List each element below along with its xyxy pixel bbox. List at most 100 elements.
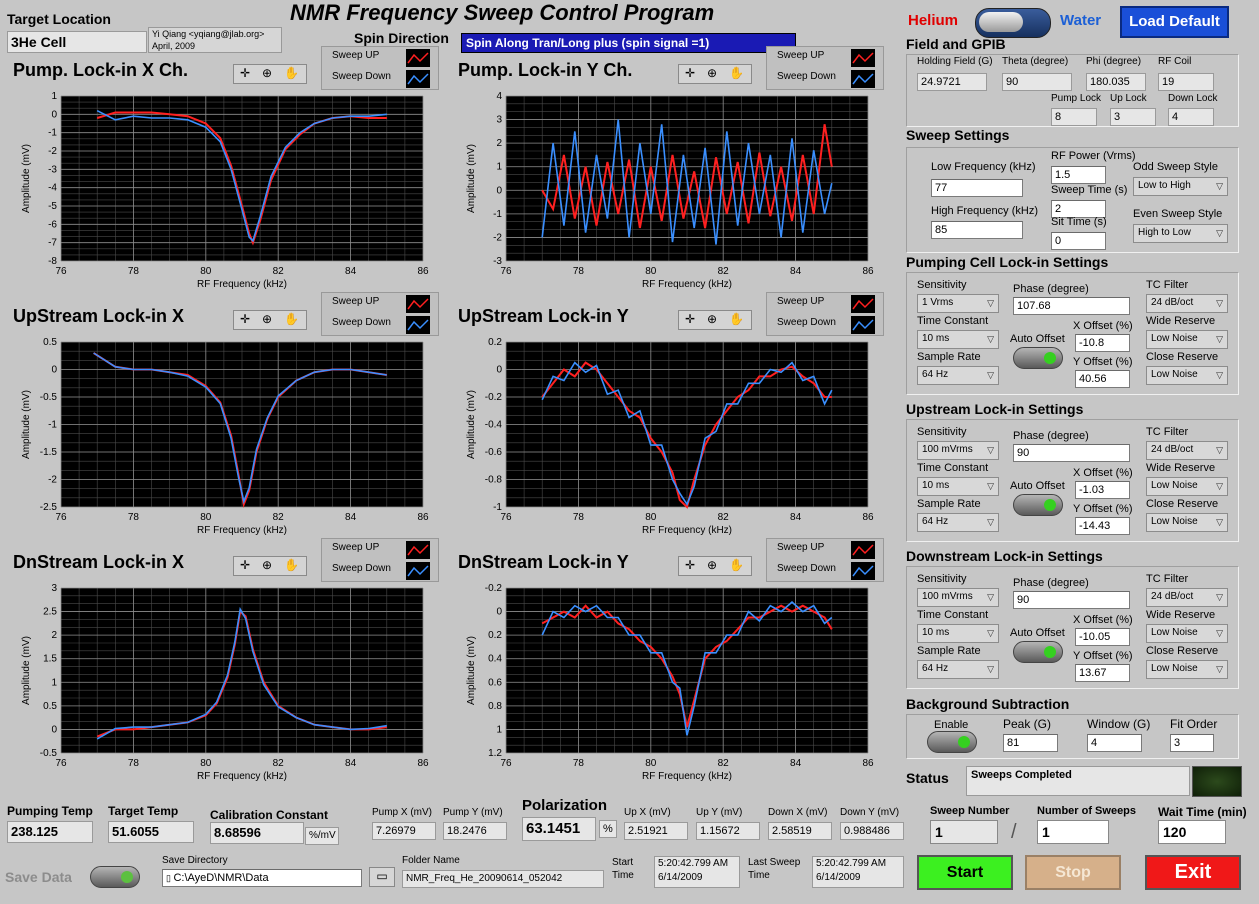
- lockin-1-phase-input[interactable]: 90: [1013, 444, 1130, 462]
- even-sweep-style-select[interactable]: High to Low ▽: [1133, 224, 1228, 243]
- pan-hand-icon[interactable]: ✋: [729, 66, 744, 80]
- lockin-2-tc-filter-select[interactable]: 24 dB/oct ▽: [1146, 588, 1228, 607]
- lockin-2-x-offset-input[interactable]: -10.05: [1075, 628, 1130, 646]
- graph-tools-palette[interactable]: ✛ ⊕ ✋: [678, 310, 752, 330]
- zoom-icon[interactable]: ⊕: [707, 312, 717, 326]
- crosshair-icon[interactable]: ✛: [685, 558, 695, 572]
- zoom-icon[interactable]: ⊕: [262, 312, 272, 326]
- lockin-0-sample-rate-select[interactable]: 64 Hz ▽: [917, 366, 999, 385]
- lockin-1-sample-rate-select[interactable]: 64 Hz ▽: [917, 513, 999, 532]
- bg-fit-input[interactable]: 3: [1170, 734, 1214, 752]
- lockin-1-x-offset-input[interactable]: -1.03: [1075, 481, 1130, 499]
- target-location-field[interactable]: 3He Cell: [7, 31, 147, 53]
- y-tick-label: -2: [48, 475, 57, 486]
- lockin-0-close-reserve-select[interactable]: Low Noise ▽: [1146, 366, 1228, 385]
- lockin-1-auto-offset-label: Auto Offset: [1010, 480, 1065, 492]
- lockin-2-wide-reserve-select[interactable]: Low Noise ▽: [1146, 624, 1228, 643]
- number-of-sweeps-input[interactable]: 1: [1037, 820, 1109, 844]
- legend-up-swatch: [851, 49, 875, 67]
- y-tick-label: 1: [51, 91, 57, 102]
- y-tick-label: -0.5: [40, 748, 58, 759]
- rf-power-input[interactable]: 1.5: [1051, 166, 1106, 184]
- graph-tools-palette[interactable]: ✛ ⊕ ✋: [233, 310, 307, 330]
- x-tick-label: 82: [718, 512, 730, 523]
- pan-hand-icon[interactable]: ✋: [284, 66, 299, 80]
- lockin-1-y-offset-input[interactable]: -14.43: [1075, 517, 1130, 535]
- lockin-2-sample-rate-select[interactable]: 64 Hz ▽: [917, 660, 999, 679]
- lockin-1-time-constant-select[interactable]: 10 ms ▽: [917, 477, 999, 496]
- lockin-0-x-offset-input[interactable]: -10.8: [1075, 334, 1130, 352]
- zoom-icon[interactable]: ⊕: [262, 66, 272, 80]
- plot-area[interactable]: 76 78 80 82 84 86 -0.2 0 0.2 0.4 0.6 0.8 1 1.2 RF Freq…: [450, 578, 890, 795]
- y-tick-label: -2: [493, 232, 502, 243]
- lockin-0-tc-filter-select[interactable]: 24 dB/oct ▽: [1146, 294, 1228, 313]
- helium-water-switch[interactable]: [975, 8, 1051, 38]
- lockin-0-close-reserve-label: Close Reserve: [1146, 351, 1219, 363]
- zoom-icon[interactable]: ⊕: [707, 558, 717, 572]
- chevron-down-icon: ▽: [1216, 664, 1223, 674]
- pan-hand-icon[interactable]: ✋: [284, 558, 299, 572]
- plot-area[interactable]: 76 78 80 82 84 86 0.2 0 -0.2 -0.4 -0.6 -0.8 -1 RF Fre…: [450, 332, 890, 549]
- plot-area[interactable]: 76 78 80 82 84 86 3 2.5 2 1.5 1 0.5 0 -0.5 RF Frequenc…: [5, 578, 445, 795]
- crosshair-icon[interactable]: ✛: [240, 312, 250, 326]
- lockin-0-time-constant-select[interactable]: 10 ms ▽: [917, 330, 999, 349]
- graph-tools-palette[interactable]: ✛ ⊕ ✋: [233, 556, 307, 576]
- chevron-down-icon: ▽: [1216, 445, 1223, 455]
- odd-sweep-style-select[interactable]: Low to High ▽: [1133, 177, 1228, 196]
- legend-down-label: Sweep Down: [332, 563, 391, 574]
- lockin-1-close-reserve-select[interactable]: Low Noise ▽: [1146, 513, 1228, 532]
- lockin-2-phase-input[interactable]: 90: [1013, 591, 1130, 609]
- crosshair-icon[interactable]: ✛: [685, 312, 695, 326]
- wait-time-input[interactable]: 120: [1158, 820, 1226, 844]
- spin-direction-select[interactable]: Spin Along Tran/Long plus (spin signal =…: [461, 33, 796, 53]
- folder-browse-icon[interactable]: ▭: [369, 867, 395, 887]
- exit-button[interactable]: Exit: [1145, 855, 1241, 890]
- plot-area[interactable]: 76 78 80 82 84 86 0.5 0 -0.5 -1 -1.5 -2 -2.5 RF Frequ…: [5, 332, 445, 549]
- y-tick-label: 0: [51, 109, 57, 120]
- lockin-2-auto-offset-button[interactable]: [1013, 641, 1063, 663]
- sit-time-input[interactable]: 0: [1051, 232, 1106, 250]
- bg-enable-toggle[interactable]: [927, 731, 977, 753]
- save-data-toggle[interactable]: [90, 866, 140, 888]
- lockin-1-auto-offset-button[interactable]: [1013, 494, 1063, 516]
- crosshair-icon[interactable]: ✛: [240, 558, 250, 572]
- pump-lock-label: Pump Lock: [1051, 93, 1102, 104]
- zoom-icon[interactable]: ⊕: [262, 558, 272, 572]
- pan-hand-icon[interactable]: ✋: [729, 312, 744, 326]
- lockin-0-y-offset-input[interactable]: 40.56: [1075, 370, 1130, 388]
- y-tick-label: -1: [48, 420, 57, 431]
- lockin-2-y-offset-input[interactable]: 13.67: [1075, 664, 1130, 682]
- high-frequency-input[interactable]: 85: [931, 221, 1023, 239]
- stop-button[interactable]: Stop: [1025, 855, 1121, 890]
- lockin-1-sensitivity-label: Sensitivity: [917, 426, 967, 438]
- y-tick-label: 0.5: [43, 337, 57, 348]
- graph-tools-palette[interactable]: ✛ ⊕ ✋: [233, 64, 307, 84]
- slash-divider: /: [1011, 821, 1017, 843]
- lockin-1-sensitivity-select[interactable]: 100 mVrms ▽: [917, 441, 999, 460]
- lockin-0-phase-input[interactable]: 107.68: [1013, 297, 1130, 315]
- lockin-1-tc-filter-select[interactable]: 24 dB/oct ▽: [1146, 441, 1228, 460]
- lockin-2-time-constant-select[interactable]: 10 ms ▽: [917, 624, 999, 643]
- lockin-2-sensitivity-select[interactable]: 100 mVrms ▽: [917, 588, 999, 607]
- graph-tools-palette[interactable]: ✛ ⊕ ✋: [678, 556, 752, 576]
- low-frequency-input[interactable]: 77: [931, 179, 1023, 197]
- lockin-2-close-reserve-select[interactable]: Low Noise ▽: [1146, 660, 1228, 679]
- lockin-1-wide-reserve-select[interactable]: Low Noise ▽: [1146, 477, 1228, 496]
- zoom-icon[interactable]: ⊕: [707, 66, 717, 80]
- pan-hand-icon[interactable]: ✋: [284, 312, 299, 326]
- bg-window-input[interactable]: 4: [1087, 734, 1142, 752]
- load-default-button[interactable]: Load Default: [1120, 6, 1229, 38]
- crosshair-icon[interactable]: ✛: [240, 66, 250, 80]
- start-button[interactable]: Start: [917, 855, 1013, 890]
- save-directory-input[interactable]: ▯ C:\AyeD\NMR\Data: [162, 869, 362, 887]
- lockin-0-auto-offset-button[interactable]: [1013, 347, 1063, 369]
- lockin-0-sensitivity-select[interactable]: 1 Vrms ▽: [917, 294, 999, 313]
- crosshair-icon[interactable]: ✛: [685, 66, 695, 80]
- bg-peak-input[interactable]: 81: [1003, 734, 1058, 752]
- graph-tools-palette[interactable]: ✛ ⊕ ✋: [678, 64, 752, 84]
- plot-area[interactable]: 76 78 80 82 84 86 1 0 -1 -2 -3 -4 -5 -6 -7 -8 RF Frequen…: [5, 86, 445, 303]
- lockin-0-wide-reserve-select[interactable]: Low Noise ▽: [1146, 330, 1228, 349]
- y-tick-label: 0.5: [43, 701, 57, 712]
- pan-hand-icon[interactable]: ✋: [729, 558, 744, 572]
- plot-area[interactable]: 76 78 80 82 84 86 4 3 2 1 0 -1 -2 -3 RF Frequency (kHz…: [450, 86, 890, 303]
